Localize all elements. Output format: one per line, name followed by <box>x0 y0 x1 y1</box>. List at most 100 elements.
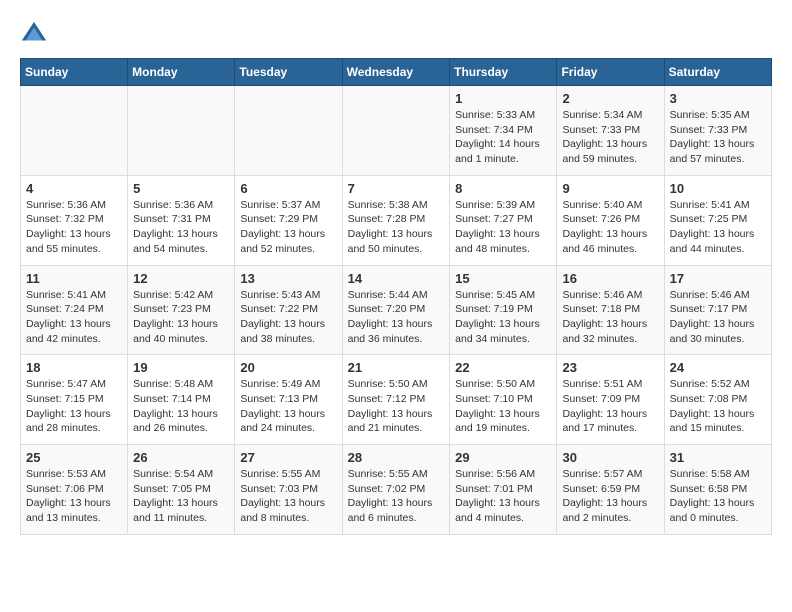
day-info: Sunrise: 5:38 AMSunset: 7:28 PMDaylight:… <box>348 198 445 257</box>
day-info: Sunrise: 5:53 AMSunset: 7:06 PMDaylight:… <box>26 467 122 526</box>
calendar-cell: 6 Sunrise: 5:37 AMSunset: 7:29 PMDaylight… <box>235 175 342 265</box>
day-number: 26 <box>133 450 229 465</box>
day-info: Sunrise: 5:47 AMSunset: 7:15 PMDaylight:… <box>26 377 122 436</box>
calendar-cell: 14 Sunrise: 5:44 AMSunset: 7:20 PMDayligh… <box>342 265 450 355</box>
day-info: Sunrise: 5:34 AMSunset: 7:33 PMDaylight:… <box>562 108 658 167</box>
logo-icon <box>20 20 48 48</box>
calendar-header-thursday: Thursday <box>450 59 557 86</box>
day-info: Sunrise: 5:54 AMSunset: 7:05 PMDaylight:… <box>133 467 229 526</box>
day-number: 9 <box>562 181 658 196</box>
day-number: 25 <box>26 450 122 465</box>
calendar-week-row: 1 Sunrise: 5:33 AMSunset: 7:34 PMDaylight… <box>21 86 772 176</box>
calendar-cell: 10 Sunrise: 5:41 AMSunset: 7:25 PMDayligh… <box>664 175 771 265</box>
day-number: 20 <box>240 360 336 375</box>
calendar-week-row: 25 Sunrise: 5:53 AMSunset: 7:06 PMDayligh… <box>21 445 772 535</box>
day-number: 23 <box>562 360 658 375</box>
day-number: 2 <box>562 91 658 106</box>
day-number: 5 <box>133 181 229 196</box>
calendar-cell: 17 Sunrise: 5:46 AMSunset: 7:17 PMDayligh… <box>664 265 771 355</box>
calendar-cell: 22 Sunrise: 5:50 AMSunset: 7:10 PMDayligh… <box>450 355 557 445</box>
day-number: 21 <box>348 360 445 375</box>
calendar-header-monday: Monday <box>128 59 235 86</box>
day-number: 24 <box>670 360 766 375</box>
day-number: 13 <box>240 271 336 286</box>
day-number: 7 <box>348 181 445 196</box>
calendar-cell: 25 Sunrise: 5:53 AMSunset: 7:06 PMDayligh… <box>21 445 128 535</box>
day-info: Sunrise: 5:41 AMSunset: 7:25 PMDaylight:… <box>670 198 766 257</box>
day-info: Sunrise: 5:58 AMSunset: 6:58 PMDaylight:… <box>670 467 766 526</box>
day-info: Sunrise: 5:35 AMSunset: 7:33 PMDaylight:… <box>670 108 766 167</box>
day-number: 4 <box>26 181 122 196</box>
calendar-cell: 24 Sunrise: 5:52 AMSunset: 7:08 PMDayligh… <box>664 355 771 445</box>
day-info: Sunrise: 5:51 AMSunset: 7:09 PMDaylight:… <box>562 377 658 436</box>
day-info: Sunrise: 5:44 AMSunset: 7:20 PMDaylight:… <box>348 288 445 347</box>
day-info: Sunrise: 5:50 AMSunset: 7:12 PMDaylight:… <box>348 377 445 436</box>
day-info: Sunrise: 5:39 AMSunset: 7:27 PMDaylight:… <box>455 198 551 257</box>
calendar-cell: 16 Sunrise: 5:46 AMSunset: 7:18 PMDayligh… <box>557 265 664 355</box>
calendar-week-row: 4 Sunrise: 5:36 AMSunset: 7:32 PMDaylight… <box>21 175 772 265</box>
calendar-cell: 7 Sunrise: 5:38 AMSunset: 7:28 PMDaylight… <box>342 175 450 265</box>
day-info: Sunrise: 5:37 AMSunset: 7:29 PMDaylight:… <box>240 198 336 257</box>
calendar-cell: 5 Sunrise: 5:36 AMSunset: 7:31 PMDaylight… <box>128 175 235 265</box>
day-number: 6 <box>240 181 336 196</box>
day-number: 1 <box>455 91 551 106</box>
day-info: Sunrise: 5:33 AMSunset: 7:34 PMDaylight:… <box>455 108 551 167</box>
day-number: 22 <box>455 360 551 375</box>
calendar-week-row: 11Sunrise: 5:41 AMSunset: 7:24 PMDayligh… <box>21 265 772 355</box>
calendar-header-saturday: Saturday <box>664 59 771 86</box>
day-info: Sunrise: 5:48 AMSunset: 7:14 PMDaylight:… <box>133 377 229 436</box>
calendar-cell: 27Sunrise: 5:55 AMSunset: 7:03 PMDayligh… <box>235 445 342 535</box>
calendar-cell: 21 Sunrise: 5:50 AMSunset: 7:12 PMDayligh… <box>342 355 450 445</box>
day-info: Sunrise: 5:46 AMSunset: 7:18 PMDaylight:… <box>562 288 658 347</box>
calendar-cell: 26 Sunrise: 5:54 AMSunset: 7:05 PMDayligh… <box>128 445 235 535</box>
day-info: Sunrise: 5:56 AMSunset: 7:01 PMDaylight:… <box>455 467 551 526</box>
calendar-header-sunday: Sunday <box>21 59 128 86</box>
calendar-cell: 29 Sunrise: 5:56 AMSunset: 7:01 PMDayligh… <box>450 445 557 535</box>
calendar-header-row: SundayMondayTuesdayWednesdayThursdayFrid… <box>21 59 772 86</box>
calendar-header-tuesday: Tuesday <box>235 59 342 86</box>
day-info: Sunrise: 5:49 AMSunset: 7:13 PMDaylight:… <box>240 377 336 436</box>
day-number: 18 <box>26 360 122 375</box>
day-number: 31 <box>670 450 766 465</box>
day-number: 19 <box>133 360 229 375</box>
day-info: Sunrise: 5:36 AMSunset: 7:31 PMDaylight:… <box>133 198 229 257</box>
day-number: 16 <box>562 271 658 286</box>
day-info: Sunrise: 5:52 AMSunset: 7:08 PMDaylight:… <box>670 377 766 436</box>
calendar-week-row: 18 Sunrise: 5:47 AMSunset: 7:15 PMDayligh… <box>21 355 772 445</box>
day-info: Sunrise: 5:42 AMSunset: 7:23 PMDaylight:… <box>133 288 229 347</box>
day-info: Sunrise: 5:41 AMSunset: 7:24 PMDaylight:… <box>26 288 122 347</box>
calendar-cell: 2 Sunrise: 5:34 AMSunset: 7:33 PMDaylight… <box>557 86 664 176</box>
day-number: 14 <box>348 271 445 286</box>
calendar-cell: 11Sunrise: 5:41 AMSunset: 7:24 PMDayligh… <box>21 265 128 355</box>
day-info: Sunrise: 5:50 AMSunset: 7:10 PMDaylight:… <box>455 377 551 436</box>
day-number: 10 <box>670 181 766 196</box>
logo <box>20 20 52 48</box>
day-info: Sunrise: 5:55 AMSunset: 7:03 PMDaylight:… <box>240 467 336 526</box>
calendar-cell: 13Sunrise: 5:43 AMSunset: 7:22 PMDayligh… <box>235 265 342 355</box>
calendar-cell: 4 Sunrise: 5:36 AMSunset: 7:32 PMDaylight… <box>21 175 128 265</box>
calendar-cell: 18 Sunrise: 5:47 AMSunset: 7:15 PMDayligh… <box>21 355 128 445</box>
calendar-cell: 9 Sunrise: 5:40 AMSunset: 7:26 PMDaylight… <box>557 175 664 265</box>
calendar-cell <box>235 86 342 176</box>
calendar-header-wednesday: Wednesday <box>342 59 450 86</box>
calendar-cell: 19 Sunrise: 5:48 AMSunset: 7:14 PMDayligh… <box>128 355 235 445</box>
calendar-cell: 1 Sunrise: 5:33 AMSunset: 7:34 PMDaylight… <box>450 86 557 176</box>
day-info: Sunrise: 5:36 AMSunset: 7:32 PMDaylight:… <box>26 198 122 257</box>
day-number: 8 <box>455 181 551 196</box>
day-info: Sunrise: 5:40 AMSunset: 7:26 PMDaylight:… <box>562 198 658 257</box>
day-info: Sunrise: 5:45 AMSunset: 7:19 PMDaylight:… <box>455 288 551 347</box>
day-number: 15 <box>455 271 551 286</box>
calendar-cell <box>128 86 235 176</box>
calendar-cell: 12Sunrise: 5:42 AMSunset: 7:23 PMDayligh… <box>128 265 235 355</box>
calendar-header-friday: Friday <box>557 59 664 86</box>
day-number: 3 <box>670 91 766 106</box>
day-info: Sunrise: 5:55 AMSunset: 7:02 PMDaylight:… <box>348 467 445 526</box>
day-number: 30 <box>562 450 658 465</box>
day-number: 17 <box>670 271 766 286</box>
day-number: 28 <box>348 450 445 465</box>
day-number: 29 <box>455 450 551 465</box>
day-info: Sunrise: 5:46 AMSunset: 7:17 PMDaylight:… <box>670 288 766 347</box>
page-header <box>20 20 772 48</box>
calendar-cell: 31 Sunrise: 5:58 AMSunset: 6:58 PMDayligh… <box>664 445 771 535</box>
calendar-cell: 8 Sunrise: 5:39 AMSunset: 7:27 PMDaylight… <box>450 175 557 265</box>
